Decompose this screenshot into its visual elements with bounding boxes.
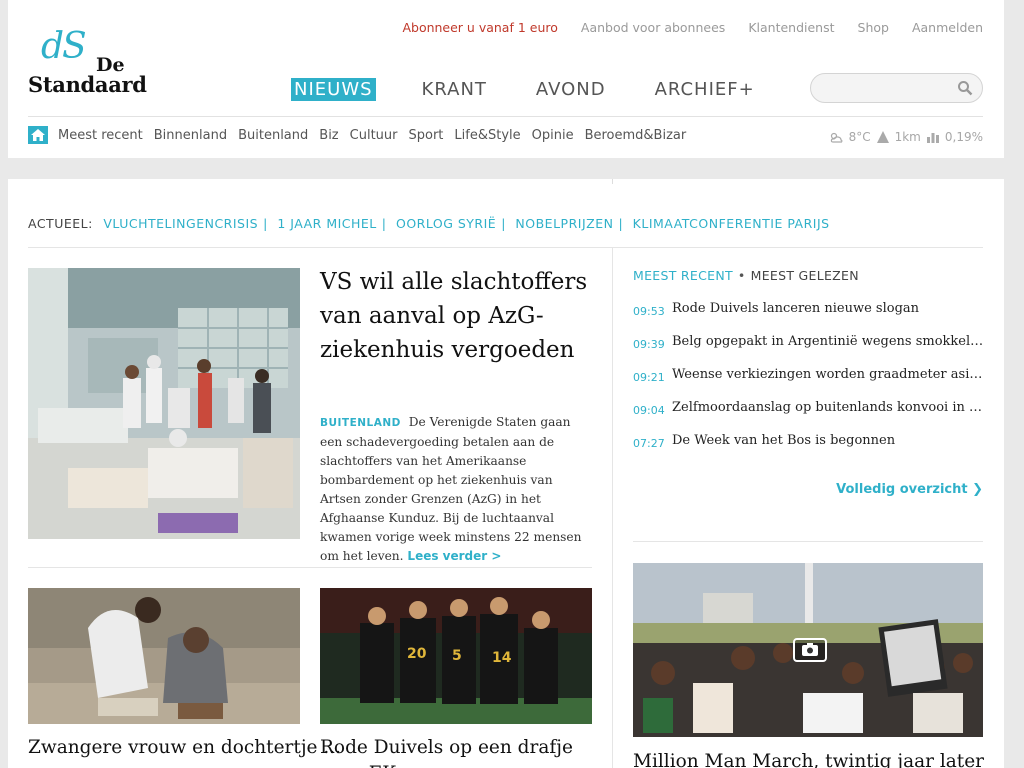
list-item[interactable]: 07:27 De Week van het Bos is begonnen	[633, 433, 985, 466]
section-biz[interactable]: Biz	[319, 128, 338, 143]
card-title[interactable]: Rode Duivels op een drafje naar EK	[320, 735, 595, 768]
search-box	[810, 73, 983, 103]
site-logo[interactable]: dS De Standaard	[28, 26, 158, 100]
top-links: Abonneer u vanaf 1 euro Aanbod voor abon…	[402, 20, 983, 35]
news-time: 09:39	[633, 338, 665, 351]
section-opinie[interactable]: Opinie	[532, 128, 574, 143]
nav-avond[interactable]: AVOND	[533, 78, 609, 101]
customer-service-link[interactable]: Klantendienst	[748, 20, 834, 35]
logo-standaard: Standaard	[28, 72, 147, 97]
divider	[28, 567, 592, 568]
actueel-tag[interactable]: NOBELPRIJZEN	[515, 216, 613, 231]
section-life-style[interactable]: Life&Style	[454, 128, 520, 143]
login-link[interactable]: Aanmelden	[912, 20, 983, 35]
lead-article-body: De Verenigde Staten gaan een schadevergo…	[320, 415, 582, 563]
list-item[interactable]: 09:39 Belg opgepakt in Argentinië wegens…	[633, 334, 985, 367]
section-buitenland[interactable]: Buitenland	[238, 128, 308, 143]
section-binnenland[interactable]: Binnenland	[154, 128, 227, 143]
list-item[interactable]: 09:21 Weense verkiezingen worden graadme…	[633, 367, 985, 400]
news-time: 09:04	[633, 404, 665, 417]
column-divider	[612, 248, 613, 768]
news-time: 09:53	[633, 305, 665, 318]
sidebar-tabs: MEEST RECENT • MEEST GELEZEN	[633, 268, 859, 283]
site-header: Abonneer u vanaf 1 euro Aanbod voor abon…	[8, 0, 1004, 158]
actueel-label: ACTUEEL:	[28, 216, 93, 231]
weather-rain: 0,19%	[926, 130, 983, 144]
weather-widget: 8°C 1km 0,19%	[824, 130, 983, 144]
cloud-sun-icon	[830, 132, 843, 143]
card-image[interactable]	[28, 588, 300, 724]
card-image[interactable]: 20 5 14	[320, 588, 592, 724]
offer-link[interactable]: Aanbod voor abonnees	[581, 20, 725, 35]
tab-meest-gelezen[interactable]: MEEST GELEZEN	[751, 268, 859, 283]
news-headline[interactable]: Belg opgepakt in Argentinië wegens smokk…	[672, 334, 984, 349]
divider	[28, 247, 983, 248]
search-input[interactable]	[821, 74, 961, 102]
lead-article-title[interactable]: VS wil alle slachtoffers van aanval op A…	[320, 265, 595, 367]
list-item[interactable]: 09:53 Rode Duivels lanceren nieuwe sloga…	[633, 301, 985, 334]
weather-temp: 8°C	[830, 130, 871, 144]
feature-image[interactable]	[633, 563, 983, 737]
news-headline[interactable]: Rode Duivels lanceren nieuwe slogan	[672, 301, 984, 316]
logo-ds: dS	[41, 26, 87, 67]
nav-nieuws[interactable]: NIEUWS	[291, 78, 376, 101]
home-icon[interactable]	[28, 126, 48, 144]
weather-visibility: 1km	[876, 130, 921, 144]
column-divider-top	[612, 179, 613, 184]
triangle-icon	[876, 131, 889, 143]
svg-text:5: 5	[452, 648, 462, 664]
list-item[interactable]: 09:04 Zelfmoordaanslag op buitenlands ko…	[633, 400, 985, 433]
svg-text:14: 14	[492, 650, 512, 666]
search-icon[interactable]	[957, 80, 973, 96]
nav-archief[interactable]: ARCHIEF+	[652, 78, 758, 101]
tab-meest-recent[interactable]: MEEST RECENT	[633, 268, 733, 283]
subnav-divider	[28, 116, 983, 117]
lead-article-teaser: BUITENLAND De Verenigde Staten gaan een …	[320, 413, 595, 566]
read-more-link[interactable]: Lees verder >	[407, 549, 501, 563]
main-nav: NIEUWS KRANT AVOND ARCHIEF+	[291, 78, 801, 101]
news-headline[interactable]: Zelfmoordaanslag op buitenlands konvooi …	[672, 400, 984, 415]
shop-link[interactable]: Shop	[858, 20, 889, 35]
subscribe-link[interactable]: Abonneer u vanaf 1 euro	[402, 20, 557, 35]
section-sport[interactable]: Sport	[409, 128, 444, 143]
actueel-bar: ACTUEEL: VLUCHTELINGENCRISIS | 1 JAAR MIC…	[28, 216, 830, 231]
bars-icon	[926, 133, 939, 143]
card-title[interactable]: Zwangere vrouw en dochtertje ...	[28, 735, 341, 761]
svg-text:20: 20	[407, 646, 427, 662]
recent-news-list: 09:53 Rode Duivels lanceren nieuwe sloga…	[633, 301, 985, 466]
section-beroemd-bizar[interactable]: Beroemd&Bizar	[585, 128, 687, 143]
full-overview-link[interactable]: Volledig overzicht ❯	[836, 482, 983, 497]
section-cultuur[interactable]: Cultuur	[350, 128, 398, 143]
actueel-tag[interactable]: OORLOG SYRIË	[396, 216, 496, 231]
camera-icon	[793, 638, 827, 662]
news-time: 09:21	[633, 371, 665, 384]
news-headline[interactable]: De Week van het Bos is begonnen	[672, 433, 984, 448]
news-headline[interactable]: Weense verkiezingen worden graadmeter as…	[672, 367, 984, 382]
lead-section-label[interactable]: BUITENLAND	[320, 417, 401, 429]
main-content: ACTUEEL: VLUCHTELINGENCRISIS | 1 JAAR MIC…	[8, 179, 1004, 768]
feature-title[interactable]: Million Man March, twintig jaar later	[633, 749, 985, 768]
news-time: 07:27	[633, 437, 665, 450]
nav-krant[interactable]: KRANT	[419, 78, 490, 101]
section-meest-recent[interactable]: Meest recent	[58, 128, 143, 143]
actueel-tag[interactable]: KLIMAATCONFERENTIE PARIJS	[633, 216, 830, 231]
actueel-tag[interactable]: 1 JAAR MICHEL	[277, 216, 376, 231]
lead-article-image[interactable]	[28, 268, 300, 539]
section-nav: Meest recent Binnenland Buitenland Biz C…	[28, 126, 697, 144]
divider	[633, 541, 983, 542]
actueel-tag[interactable]: VLUCHTELINGENCRISIS	[103, 216, 258, 231]
